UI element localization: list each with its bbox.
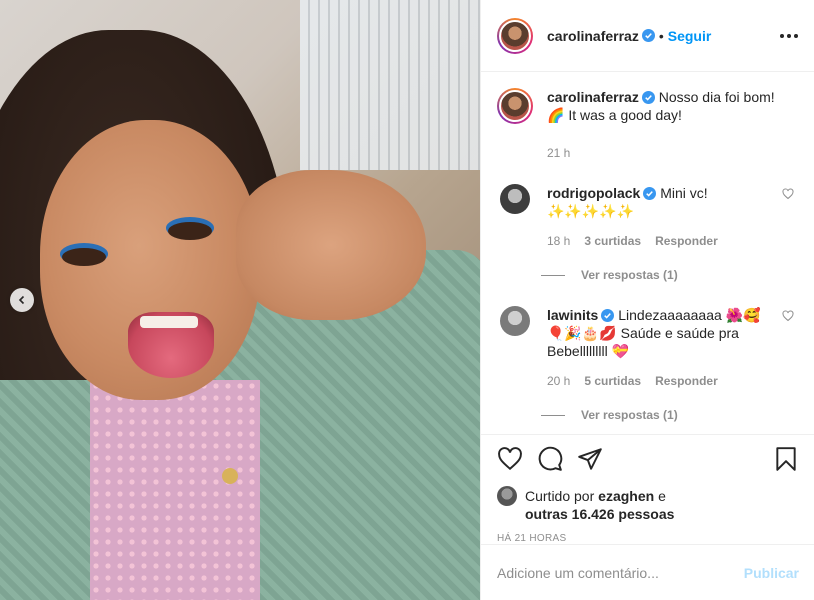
comment-icon[interactable] <box>537 446 563 472</box>
liker-avatar[interactable] <box>497 486 517 506</box>
caption-username[interactable]: carolinaferraz <box>547 89 639 105</box>
photo-sweater-button <box>222 468 238 484</box>
verified-badge-icon <box>643 187 657 200</box>
comment-time[interactable]: 18 h <box>547 232 570 250</box>
more-icon <box>780 33 784 38</box>
photo-window-background <box>300 0 480 170</box>
reply-button[interactable]: Responder <box>655 232 718 250</box>
photo-eye-right <box>168 222 212 240</box>
comment-text-line1: Mini vc! <box>660 185 708 201</box>
comment-text-line3: Bebelllllllll 💝 <box>547 343 630 359</box>
comment-like-icon[interactable] <box>782 188 794 200</box>
commenter-avatar[interactable] <box>500 184 530 214</box>
commenter-avatar[interactable] <box>500 306 530 336</box>
liked-by-user[interactable]: ezaghen <box>598 488 654 504</box>
comment-text-line2: ✨✨✨✨✨ <box>547 203 635 219</box>
comment-text-line2: 🎈🎉🎂💋 Saúde e saúde pra <box>547 325 739 341</box>
caption-time[interactable]: 21 h <box>547 144 570 162</box>
comment-username[interactable]: rodrigopolack <box>547 185 640 201</box>
verified-badge-icon <box>641 91 655 104</box>
likes-summary: Curtido por ezaghen e outras 16.426 pess… <box>497 486 799 523</box>
prev-photo-button[interactable] <box>10 288 34 312</box>
liked-by-prefix: Curtido por <box>525 488 595 504</box>
post-photo[interactable] <box>0 0 480 600</box>
liked-by-joiner: e <box>658 488 666 504</box>
post-timestamp[interactable]: HÁ 21 HORAS <box>497 533 799 544</box>
comment-item: lawinits Lindezaaaaaaaa 🌺🥰 🎈🎉🎂💋 Saúde e … <box>497 306 798 390</box>
chevron-left-icon <box>18 295 25 305</box>
view-replies-label: Ver respostas (1) <box>581 408 678 422</box>
caption-text-line1: Nosso dia foi bom! <box>658 89 775 105</box>
post-actions: Curtido por ezaghen e outras 16.426 pess… <box>481 434 814 544</box>
view-replies-button[interactable]: Ver respostas (1) <box>541 268 798 282</box>
liked-by-others[interactable]: outras 16.426 pessoas <box>525 506 674 522</box>
bookmark-icon[interactable] <box>773 446 799 472</box>
comment-text-line1: Lindezaaaaaaaa 🌺🥰 <box>618 307 761 323</box>
comment-likes[interactable]: 5 curtidas <box>584 372 641 390</box>
comments-list[interactable]: carolinaferraz Nosso dia foi bom! 🌈 It w… <box>481 72 814 434</box>
publish-button[interactable]: Publicar <box>744 565 799 581</box>
share-icon[interactable] <box>577 446 603 472</box>
photo-sequin-top <box>90 380 260 600</box>
caption-text-line2: 🌈 It was a good day! <box>547 107 682 123</box>
caption: carolinaferraz Nosso dia foi bom! 🌈 It w… <box>497 88 798 162</box>
post-header: carolinaferraz • Seguir <box>481 0 814 72</box>
verified-badge-icon <box>601 309 615 322</box>
photo-teeth <box>140 316 198 328</box>
comment-item: rodrigopolack Mini vc! ✨✨✨✨✨ 18 h 3 curt… <box>497 184 798 250</box>
post-side-panel: carolinaferraz • Seguir carolinaferraz N… <box>480 0 814 600</box>
verified-badge-icon <box>641 29 655 42</box>
view-replies-button[interactable]: Ver respostas (1) <box>541 408 798 422</box>
comment-likes[interactable]: 3 curtidas <box>584 232 641 250</box>
author-avatar[interactable] <box>497 17 533 54</box>
author-username[interactable]: carolinaferraz <box>547 28 639 44</box>
comment-like-icon[interactable] <box>782 310 794 322</box>
comment-input[interactable] <box>497 564 744 581</box>
follow-button[interactable]: Seguir <box>668 28 712 44</box>
reply-button[interactable]: Responder <box>655 372 718 390</box>
comment-username[interactable]: lawinits <box>547 307 598 323</box>
photo-hand <box>236 170 426 320</box>
caption-avatar[interactable] <box>497 88 533 124</box>
view-replies-label: Ver respostas (1) <box>581 268 678 282</box>
header-separator: • <box>658 27 664 44</box>
comment-time[interactable]: 20 h <box>547 372 570 390</box>
more-options-button[interactable] <box>780 33 798 38</box>
photo-eye-left <box>62 248 106 266</box>
add-comment-bar: Publicar <box>481 544 814 600</box>
heart-icon[interactable] <box>497 446 523 472</box>
